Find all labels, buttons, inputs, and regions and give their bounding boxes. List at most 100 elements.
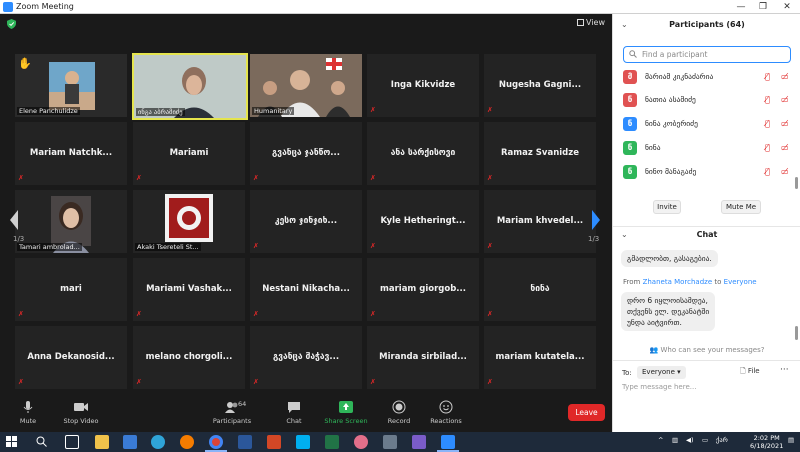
who-can-see-link[interactable]: 👥 Who can see your messages? (613, 346, 800, 354)
video-camera-icon (74, 403, 88, 411)
recipient-dropdown[interactable]: Everyone ▾ (637, 366, 686, 379)
participant-row[interactable]: ნ ნინა კობერიძე 🎙̸ ▭̸ (623, 117, 793, 133)
clock-time: 2:02 PM (753, 434, 780, 442)
video-tile[interactable]: Mariam khvedel... ✗ (484, 190, 596, 253)
excel-icon[interactable] (325, 435, 339, 449)
minimize-button[interactable]: — (730, 1, 752, 13)
mute-label: Mute (19, 417, 37, 425)
battery-icon[interactable]: ▭ (702, 436, 708, 444)
record-button[interactable]: Record (374, 400, 424, 425)
security-shield-icon[interactable] (7, 19, 16, 29)
mute-button[interactable]: Mute (3, 400, 53, 425)
close-window-button[interactable]: ✕ (776, 1, 798, 13)
chat-header: ⌄ Chat (613, 226, 800, 242)
video-tile[interactable]: Ramaz Svanidze ✗ (484, 122, 596, 185)
video-tile[interactable]: melano chorgoli... ✗ (133, 326, 245, 389)
participants-scrollbar[interactable] (795, 177, 798, 189)
participant-row[interactable]: ნ ნინა 🎙̸ ▭̸ (623, 141, 793, 157)
participant-row[interactable]: ნ ნათია ასამიძე 🎙̸ ▭̸ (623, 93, 793, 109)
video-tile[interactable]: Tamari ambrolad... (15, 190, 127, 253)
video-tile[interactable]: mariam kutatela... ✗ (484, 326, 596, 389)
file-button[interactable]: 🗋 File (740, 367, 760, 378)
app-icon[interactable] (412, 435, 426, 449)
video-tile[interactable]: გვანცა მაჭავ... ✗ (250, 326, 362, 389)
video-tile[interactable]: Nestani Nikacha... ✗ (250, 258, 362, 321)
powerpoint-icon[interactable] (267, 435, 281, 449)
chat-button[interactable]: Chat (269, 400, 319, 425)
app-icon[interactable] (383, 435, 397, 449)
chat-scrollbar[interactable] (795, 326, 798, 340)
windows-taskbar: ^ ▥ ◀) ▭ ქარ 2:02 PM 6/18/2021 ▤ (0, 432, 800, 452)
reactions-smiley-icon (439, 400, 453, 414)
muted-mic-icon: 🎙̸ (765, 119, 770, 128)
participants-button[interactable]: 64 Participants (207, 400, 257, 425)
video-tile[interactable]: გვანცა ჯანწო... ✗ (250, 122, 362, 185)
taskbar-clock[interactable]: 2:02 PM 6/18/2021 (750, 434, 783, 450)
muted-mic-icon: ✗ (253, 378, 259, 386)
search-icon[interactable] (36, 436, 47, 447)
chrome-icon[interactable] (209, 435, 223, 449)
network-icon[interactable]: ▥ (672, 436, 678, 444)
participant-row[interactable]: მ მარიამ კიკნაძარია 🎙̸ ▭̸ (623, 70, 793, 86)
to-label: To: (622, 369, 632, 377)
video-tile[interactable]: mari ✗ (15, 258, 127, 321)
stop-video-button[interactable]: Stop Video (56, 400, 106, 425)
video-tile[interactable]: Kyle Hetheringt... ✗ (367, 190, 479, 253)
zoom-taskbar-icon[interactable] (441, 435, 455, 449)
message-input[interactable]: Type message here... (622, 383, 696, 391)
participant-name: Mariam Natchk... (29, 148, 113, 158)
video-tile[interactable]: Mariam Natchk... ✗ (15, 122, 127, 185)
video-tile[interactable]: mariam giorgob... ✗ (367, 258, 479, 321)
video-tile[interactable]: Akaki Tsereteli St... (133, 190, 245, 253)
input-language[interactable]: ქარ (716, 436, 728, 444)
participant-name: Inga Kikvidze (390, 80, 456, 90)
video-tile[interactable]: Nugesha Gagni... ✗ (484, 54, 596, 117)
mute-me-button[interactable]: Mute Me (721, 200, 761, 214)
leave-meeting-button[interactable]: Leave (568, 404, 605, 421)
video-tile[interactable]: Humanitary (250, 54, 362, 117)
participant-row[interactable]: ნ ნინო მანაგაძე 🎙̸ ▭̸ (623, 165, 793, 181)
find-participant-input[interactable]: Find a participant (623, 46, 791, 63)
store-icon[interactable] (123, 435, 137, 449)
notifications-icon[interactable]: ▤ (788, 436, 794, 444)
next-page-arrow-icon[interactable] (589, 208, 603, 232)
sender-name[interactable]: Zhaneta Morchadze (643, 278, 713, 286)
word-icon[interactable] (238, 435, 252, 449)
video-tile[interactable]: ნინა ✗ (484, 258, 596, 321)
video-tile[interactable]: Inga Kikvidze ✗ (367, 54, 479, 117)
edge-icon[interactable] (151, 435, 165, 449)
more-options-button[interactable]: ··· (780, 365, 789, 375)
collapse-chevron-icon[interactable]: ⌄ (621, 227, 628, 243)
firefox-icon[interactable] (180, 435, 194, 449)
paint-icon[interactable] (354, 435, 368, 449)
skype-icon[interactable] (296, 435, 310, 449)
volume-icon[interactable]: ◀) (686, 436, 694, 444)
chat-message-line: დრო 6 იყლოისამდეა, (627, 296, 708, 305)
muted-mic-icon: ✗ (18, 378, 24, 386)
participant-name: Mariami Vashak... (146, 284, 232, 294)
view-button[interactable]: View (577, 18, 605, 27)
video-tile[interactable]: ანა სარქისოვი ✗ (367, 122, 479, 185)
windows-start-icon[interactable] (6, 436, 17, 447)
participant-name: Mariam khvedel... (496, 216, 584, 226)
video-tile[interactable]: Anna Dekanosid... ✗ (15, 326, 127, 389)
video-tile-active-speaker[interactable]: ინგა აბრამიძე (132, 53, 248, 120)
video-off-icon: ▭̸ (781, 119, 789, 128)
file-explorer-icon[interactable] (95, 435, 109, 449)
video-tile[interactable]: Miranda sirbilad... ✗ (367, 326, 479, 389)
task-view-icon[interactable] (65, 435, 79, 449)
share-screen-button[interactable]: Share Screen (321, 400, 371, 425)
participant-name: Nugesha Gagni... (498, 80, 582, 90)
tray-overflow-icon[interactable]: ^ (658, 436, 663, 444)
video-tile[interactable]: Mariami ✗ (133, 122, 245, 185)
previous-page-arrow-icon[interactable] (7, 208, 21, 232)
restore-button[interactable]: ❐ (752, 1, 774, 13)
invite-button[interactable]: Invite (653, 200, 681, 214)
stop-video-label: Stop Video (63, 417, 99, 425)
video-tile[interactable]: კესო ჯინჯიხ... ✗ (250, 190, 362, 253)
video-tile[interactable]: Mariami Vashak... ✗ (133, 258, 245, 321)
participant-row-name: მარიამ კიკნაძარია (645, 72, 714, 81)
reactions-button[interactable]: Reactions (421, 400, 471, 425)
video-tile[interactable]: ✋ Elene Panchulidze (15, 54, 127, 117)
collapse-chevron-icon[interactable]: ⌄ (621, 14, 628, 36)
